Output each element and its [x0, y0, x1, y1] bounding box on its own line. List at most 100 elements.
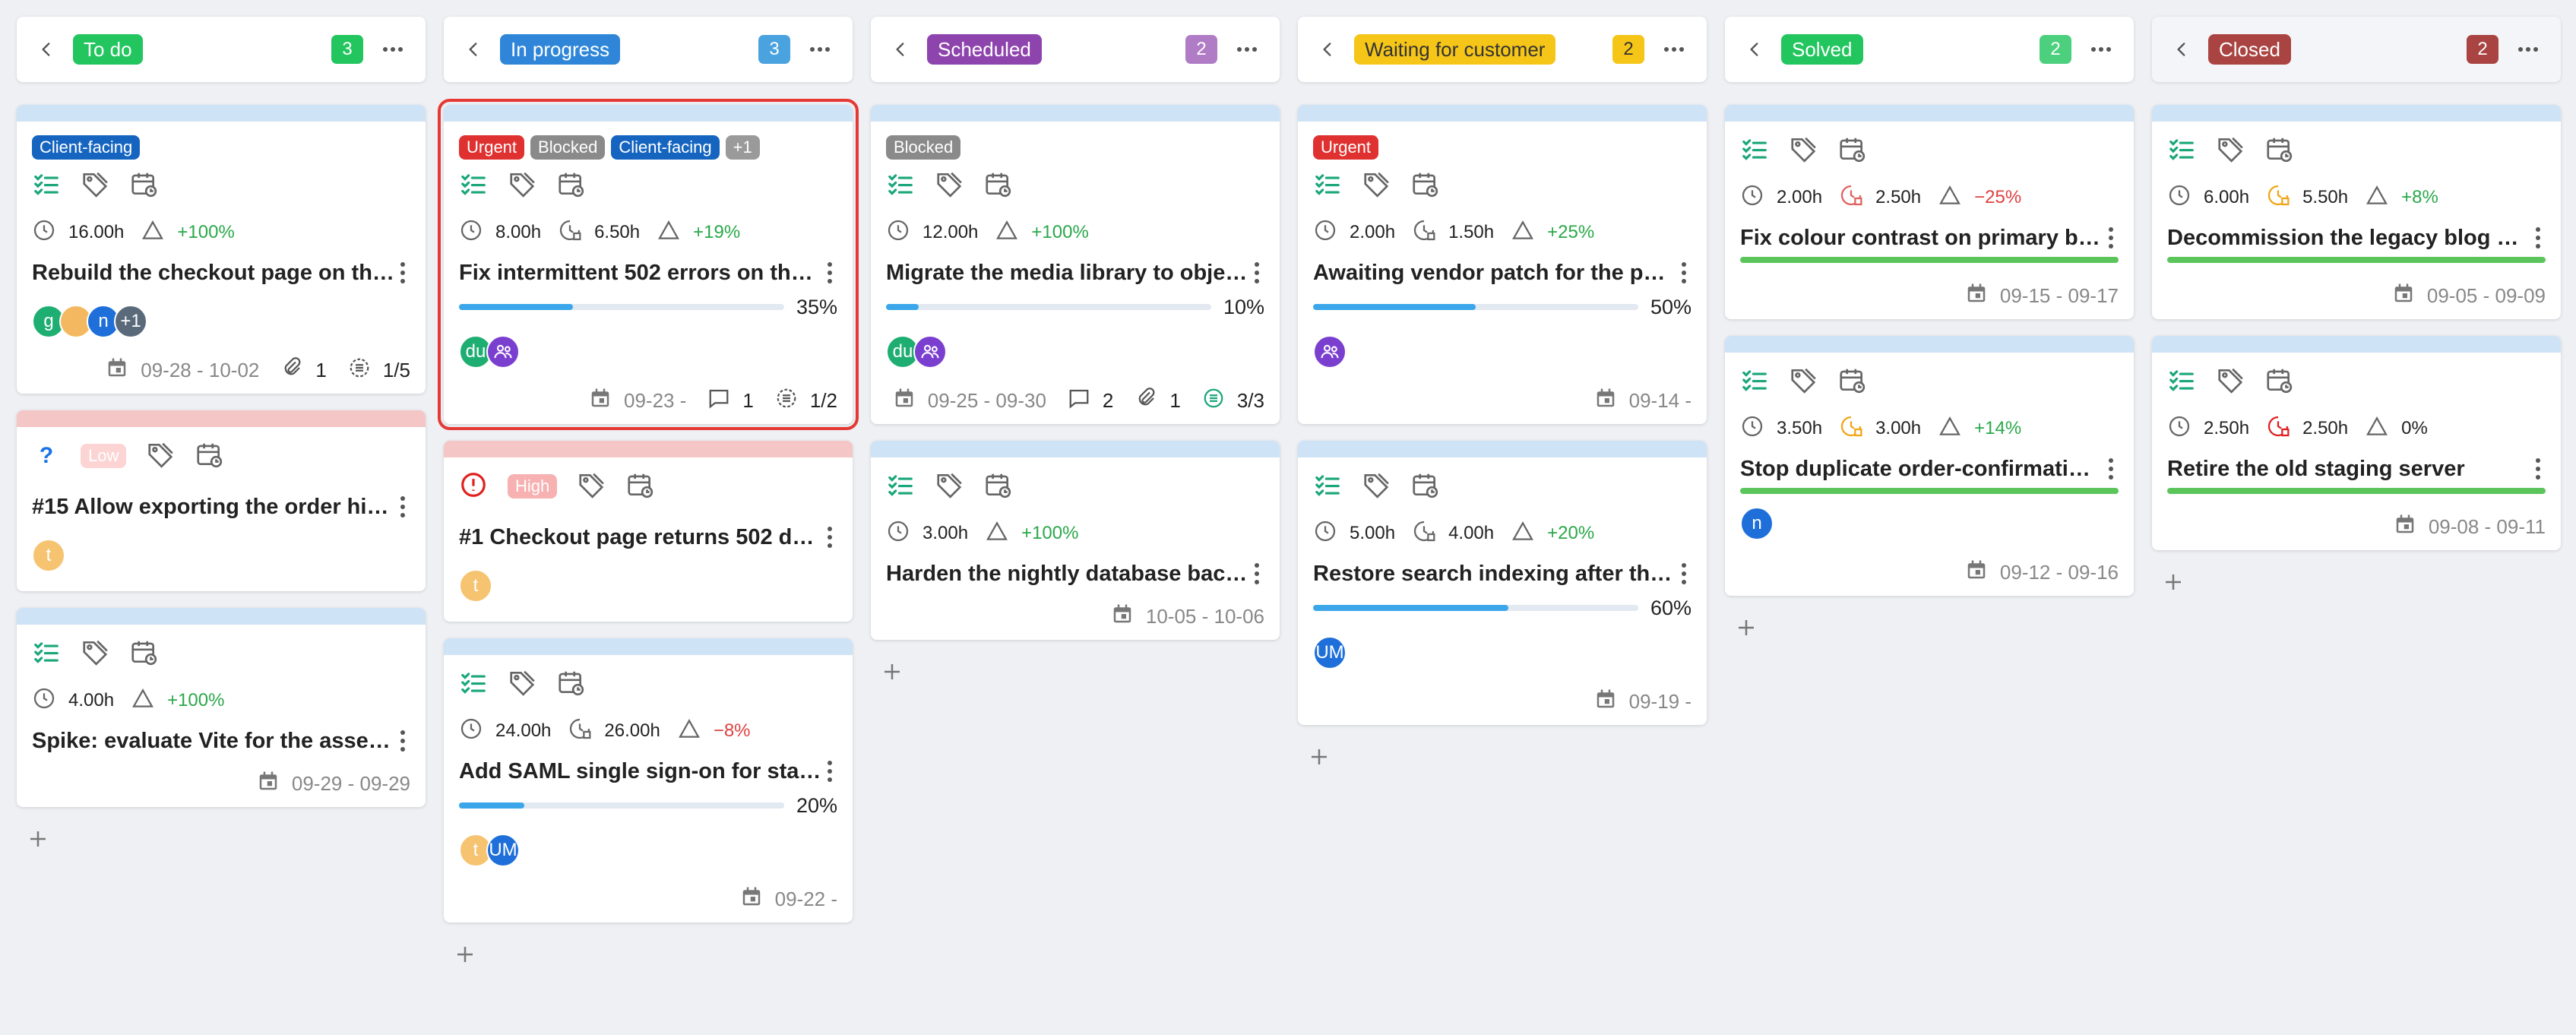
card-title[interactable]: Fix colour contrast on primary buttons	[1740, 226, 2103, 251]
checklist-icon[interactable]	[459, 169, 488, 202]
schedule-icon[interactable]	[625, 470, 654, 503]
collapse-chevron-icon[interactable]	[460, 36, 486, 62]
schedule-icon[interactable]	[1837, 135, 1866, 167]
column-menu-icon[interactable]	[380, 36, 406, 62]
card-title[interactable]: Rebuild the checkout page on the new des…	[32, 261, 395, 286]
checklist-icon[interactable]	[32, 638, 61, 670]
checklist-icon[interactable]	[1313, 470, 1342, 503]
tag-icon[interactable]	[81, 169, 109, 202]
card-title[interactable]: Migrate the media library to object stor…	[886, 261, 1249, 286]
tag-icon[interactable]	[1362, 169, 1391, 202]
card-menu-icon[interactable]	[395, 493, 410, 521]
schedule-icon[interactable]	[1837, 366, 1866, 398]
collapse-chevron-icon[interactable]	[33, 36, 59, 62]
column-menu-icon[interactable]	[2088, 36, 2114, 62]
card-title[interactable]: Decommission the legacy blog application	[2167, 226, 2530, 251]
tag-icon[interactable]	[508, 668, 536, 701]
add-card-button[interactable]	[23, 824, 53, 854]
card-title[interactable]: Harden the nightly database backups	[886, 562, 1249, 587]
task-card[interactable]: Urgent 2.00h 1.50h +25% Awaiting vendor pat…	[1298, 105, 1707, 424]
task-card[interactable]: Blocked 12.00h +100% Migrate the media lib…	[871, 105, 1280, 424]
collapse-chevron-icon[interactable]	[1315, 36, 1340, 62]
card-menu-icon[interactable]	[395, 259, 410, 286]
add-card-button[interactable]	[877, 657, 907, 687]
group-icon[interactable]	[1313, 335, 1347, 369]
tag-icon[interactable]	[935, 169, 964, 202]
card-title[interactable]: Retire the old staging server	[2167, 457, 2530, 482]
column-menu-icon[interactable]	[807, 36, 833, 62]
card-title[interactable]: Restore search indexing after the reinde…	[1313, 562, 1676, 587]
checklist-icon[interactable]	[1313, 169, 1342, 202]
schedule-icon[interactable]	[2264, 366, 2293, 398]
tag-icon[interactable]	[1789, 366, 1818, 398]
card-title[interactable]: Stop duplicate order-confirmation emails	[1740, 457, 2103, 482]
card-menu-icon[interactable]	[2530, 224, 2546, 252]
avatar[interactable]: n	[1740, 507, 1774, 540]
checklist-icon[interactable]	[32, 169, 61, 202]
avatar[interactable]: UM	[486, 834, 520, 867]
tag-icon[interactable]	[81, 638, 109, 670]
schedule-icon[interactable]	[2264, 135, 2293, 167]
card-menu-icon[interactable]	[2103, 224, 2119, 252]
checklist-icon[interactable]	[2167, 366, 2196, 398]
card-menu-icon[interactable]	[822, 259, 837, 286]
task-card[interactable]: 2.50h 2.50h 0% Retire the old staging serve…	[2152, 336, 2561, 550]
checklist-icon[interactable]	[2167, 135, 2196, 167]
card-title[interactable]: Fix intermittent 502 errors on the API g…	[459, 261, 822, 286]
add-card-button[interactable]	[1731, 612, 1761, 643]
tag-icon[interactable]	[577, 470, 606, 503]
checklist-icon[interactable]	[886, 169, 915, 202]
schedule-icon[interactable]	[556, 668, 585, 701]
task-card[interactable]: 2.00h 2.50h −25% Fix colour contrast on pri…	[1725, 105, 2134, 319]
avatar[interactable]: +1	[114, 305, 147, 338]
task-card[interactable]: 6.00h 5.50h +8% Decommission the legacy blo…	[2152, 105, 2561, 319]
group-icon[interactable]	[486, 335, 520, 369]
group-icon[interactable]	[913, 335, 947, 369]
card-title[interactable]: Awaiting vendor patch for the payment SD…	[1313, 261, 1676, 286]
task-card[interactable]: Client-facing 16.00h +100% Rebuild the che…	[17, 105, 426, 394]
add-card-button[interactable]	[450, 939, 480, 970]
task-card[interactable]: ? Low #15 Allow exporting the order histor…	[17, 410, 426, 591]
card-menu-icon[interactable]	[1249, 259, 1264, 286]
schedule-icon[interactable]	[983, 470, 1012, 503]
tag-icon[interactable]	[2216, 366, 2245, 398]
card-menu-icon[interactable]	[1249, 560, 1264, 587]
checklist-icon[interactable]	[459, 668, 488, 701]
schedule-icon[interactable]	[1410, 470, 1439, 503]
avatar[interactable]: UM	[1313, 636, 1347, 669]
schedule-icon[interactable]	[556, 169, 585, 202]
tag-icon[interactable]	[2216, 135, 2245, 167]
tag-icon[interactable]	[1362, 470, 1391, 503]
column-menu-icon[interactable]	[1661, 36, 1687, 62]
task-card[interactable]: 24.00h 26.00h −8% Add SAML single sign-on f…	[444, 638, 853, 923]
schedule-icon[interactable]	[1410, 169, 1439, 202]
schedule-icon[interactable]	[129, 638, 158, 670]
collapse-chevron-icon[interactable]	[888, 36, 913, 62]
task-card[interactable]: 3.00h +100% Harden the nightly database ba…	[871, 441, 1280, 640]
task-card[interactable]: 5.00h 4.00h +20% Restore search indexing af…	[1298, 441, 1707, 725]
card-menu-icon[interactable]	[395, 727, 410, 755]
schedule-icon[interactable]	[195, 440, 223, 473]
schedule-icon[interactable]	[129, 169, 158, 202]
task-card[interactable]: 4.00h +100% Spike: evaluate Vite for the a…	[17, 608, 426, 807]
schedule-icon[interactable]	[983, 169, 1012, 202]
card-title[interactable]: Spike: evaluate Vite for the asset pipel…	[32, 729, 395, 754]
card-menu-icon[interactable]	[1676, 560, 1691, 587]
card-menu-icon[interactable]	[2530, 455, 2546, 483]
avatar[interactable]: t	[32, 539, 65, 572]
task-card[interactable]: Urgent Blocked Client-facing +1 8.00h 6.50h +…	[438, 99, 859, 430]
add-card-button[interactable]	[2158, 567, 2188, 597]
card-title[interactable]: Add SAML single sign-on for staff accoun…	[459, 759, 822, 784]
checklist-icon[interactable]	[1740, 366, 1769, 398]
add-card-button[interactable]	[1304, 742, 1334, 772]
column-menu-icon[interactable]	[2515, 36, 2541, 62]
card-menu-icon[interactable]	[822, 524, 837, 551]
card-menu-icon[interactable]	[822, 758, 837, 785]
tag-icon[interactable]	[935, 470, 964, 503]
checklist-icon[interactable]	[886, 470, 915, 503]
card-menu-icon[interactable]	[1676, 259, 1691, 286]
card-title[interactable]: #15 Allow exporting the order history	[32, 495, 395, 520]
avatar[interactable]: t	[459, 569, 492, 603]
tag-icon[interactable]	[1789, 135, 1818, 167]
task-card[interactable]: 3.50h 3.00h +14% Stop duplicate order-confi…	[1725, 336, 2134, 596]
